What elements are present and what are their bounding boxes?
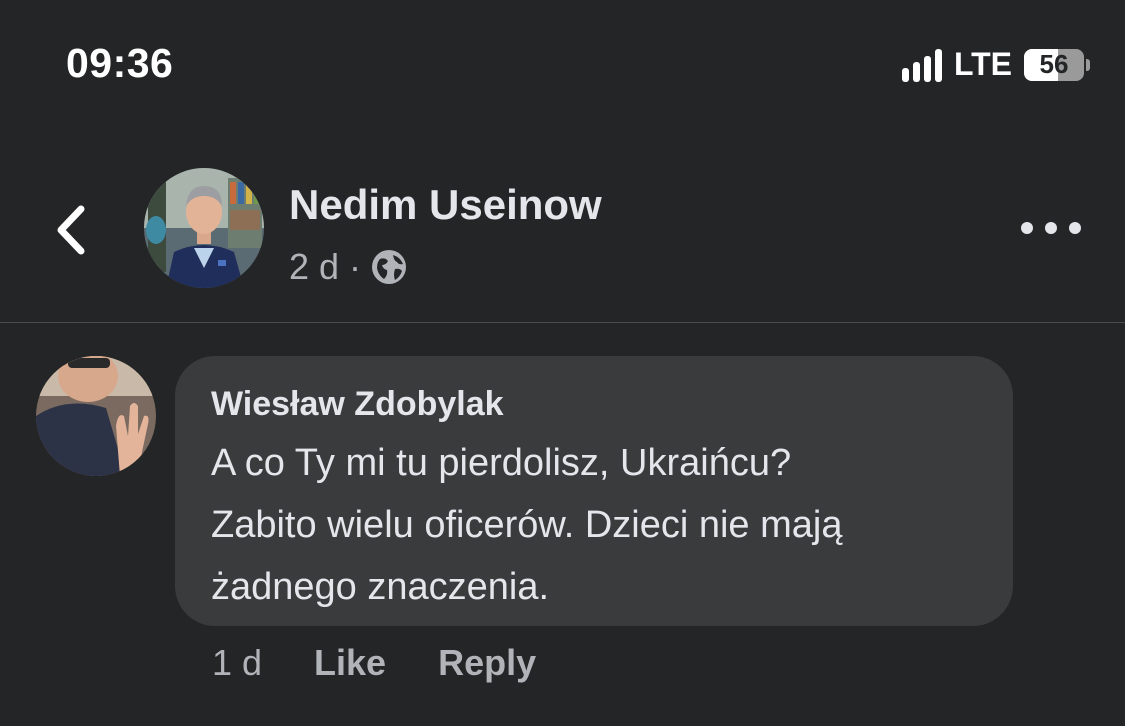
comment-text-line: żadnego znaczenia.: [211, 566, 550, 608]
network-label: LTE: [953, 46, 1012, 82]
comment-actions: 1 d Like Reply: [212, 642, 536, 684]
more-dot: [1045, 222, 1057, 234]
like-button[interactable]: Like: [314, 642, 386, 684]
author-avatar[interactable]: [144, 168, 264, 288]
status-indicators: LTE 56: [901, 46, 1090, 83]
battery-icon: 56: [1024, 48, 1084, 81]
post-comments-screen: 09:36 LTE 56 Nedim Useinow 2 d · Wiesław…: [0, 0, 1125, 726]
author-avatar-image: [144, 168, 264, 288]
meta-separator: ·: [349, 246, 362, 287]
more-options-button[interactable]: [1021, 210, 1081, 246]
commenter-avatar[interactable]: [36, 356, 156, 476]
comment-text-line: Zabito wielu oficerów. Dzieci nie mają: [211, 504, 843, 546]
more-dots-icon: [1021, 222, 1033, 234]
comment-bubble[interactable]: Wiesław Zdobylak A co Ty mi tu pierdolis…: [175, 356, 1013, 626]
comment-age[interactable]: 1 d: [212, 642, 262, 684]
chevron-left-icon: [57, 205, 85, 255]
post-age[interactable]: 2 d: [289, 246, 339, 288]
commenter-avatar-image: [36, 356, 156, 476]
status-time: 09:36: [66, 40, 174, 86]
post-author-name[interactable]: Nedim Useinow: [289, 181, 602, 229]
reply-button[interactable]: Reply: [438, 642, 536, 684]
back-button[interactable]: [48, 200, 92, 260]
comment-text: A co Ty mi tu pierdolisz, Ukraińcu? Zabi…: [211, 432, 977, 618]
battery-nub: [1086, 58, 1090, 71]
globe-icon: [371, 249, 407, 285]
comment-text-line: A co Ty mi tu pierdolisz, Ukraińcu?: [211, 442, 792, 484]
header-divider: [0, 322, 1125, 323]
more-dot: [1069, 222, 1081, 234]
battery-percent: 56: [1039, 49, 1069, 79]
post-meta: 2 d ·: [289, 246, 407, 288]
signal-icon: [901, 48, 942, 82]
commenter-name[interactable]: Wiesław Zdobylak: [211, 382, 977, 426]
